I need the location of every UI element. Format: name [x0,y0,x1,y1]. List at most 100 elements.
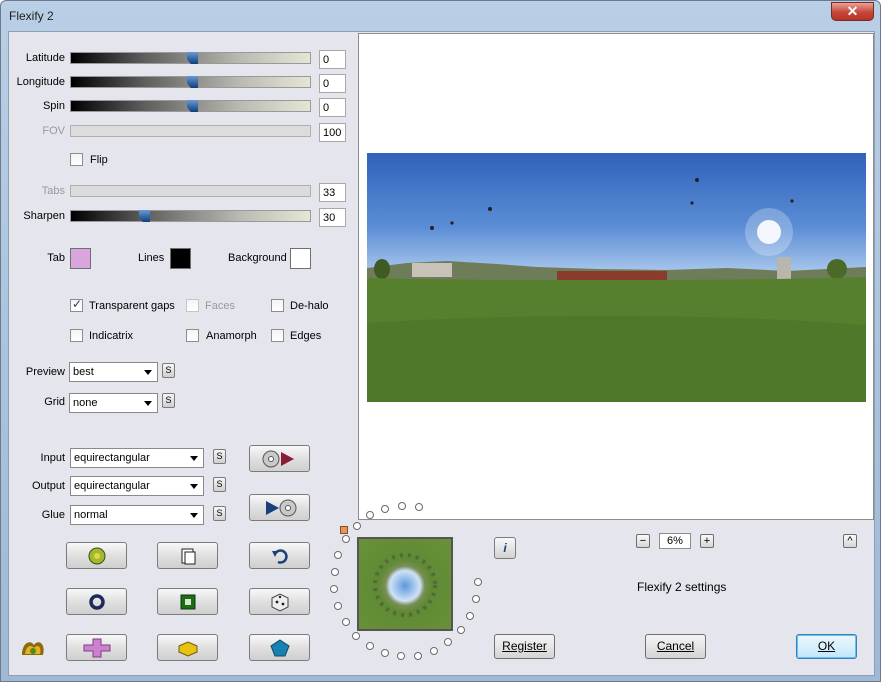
flaming-pear-logo-icon[interactable] [18,635,48,664]
indicatrix-checkbox[interactable] [70,329,83,342]
preset-dot[interactable] [444,638,452,646]
preset-dot[interactable] [366,511,374,519]
preview-select[interactable]: best [69,362,158,382]
collapse-button[interactable]: ^ [843,534,857,548]
cross-shape-icon [83,638,110,657]
load-preset-button[interactable] [249,445,310,472]
dialog-client: Latitude 0 Longitude 0 Spin 0 FOV 100 Tabs 33 Shar… [8,31,875,676]
title-bar: Flexify 2 ✕ [1,1,880,31]
slider-track[interactable] [70,125,311,137]
ok-button[interactable]: OK [796,634,857,659]
lines-color-swatch[interactable] [170,248,191,269]
slider-track[interactable] [70,52,311,64]
cross-button[interactable] [66,634,127,661]
anamorph-checkbox[interactable] [186,329,199,342]
preset-dot[interactable] [414,652,422,660]
status-text: Flexify 2 settings [637,580,727,594]
background-color-label: Background [228,252,287,264]
preview-s-button[interactable]: S [162,363,175,378]
gear-palette-icon [88,547,105,564]
undo-button[interactable] [249,542,310,569]
preset-dot[interactable] [397,652,405,660]
preset-dot[interactable] [474,578,482,586]
glue-s-button[interactable]: S [213,506,226,521]
background-color-swatch[interactable] [290,248,311,269]
preset-dot[interactable] [334,602,342,610]
panorama-preview-image [367,153,866,402]
slider-value-input[interactable]: 0 [319,74,346,93]
preset-dot[interactable] [472,595,480,603]
copy-button[interactable] [157,542,218,569]
preset-dot[interactable] [457,626,465,634]
slider-track[interactable] [70,210,311,222]
tab-color-swatch[interactable] [70,248,91,269]
transparent-gaps-checkbox[interactable] [70,297,83,312]
dehalo-checkbox[interactable] [271,299,284,312]
play-disc-icon [265,499,296,516]
flip-label: Flip [90,154,108,166]
flip-checkbox[interactable] [70,153,83,166]
preset-dot[interactable] [381,649,389,657]
slider-thumb[interactable] [187,76,198,88]
slider-thumb[interactable] [139,210,150,222]
save-preset-button[interactable] [249,494,310,521]
slider-value-input[interactable]: 0 [319,98,346,117]
preset-dot[interactable] [334,551,342,559]
slider-value-input[interactable]: 0 [319,50,346,69]
info-button[interactable]: i [494,537,516,559]
frame-button[interactable] [157,588,218,615]
little-planet-image [373,553,437,617]
slider-track[interactable] [70,185,311,197]
preset-dot[interactable] [366,642,374,650]
slider-thumb[interactable] [187,52,198,64]
slider-value-input[interactable]: 30 [319,208,346,227]
slider-value-input[interactable]: 33 [319,183,346,202]
grid-select[interactable]: none [69,393,158,413]
input-s-button[interactable]: S [213,449,226,464]
preset-dot[interactable] [342,618,350,626]
ring-icon [88,593,105,610]
cancel-button[interactable]: Cancel [645,634,706,659]
preset-dot[interactable] [430,647,438,655]
preset-dot[interactable] [415,503,423,511]
random-button[interactable] [249,588,310,615]
randomize-colors-button[interactable] [66,542,127,569]
preset-dot[interactable] [381,505,389,513]
preset-dot[interactable] [342,535,350,543]
ring-start-marker[interactable] [340,526,348,534]
zoom-in-button[interactable]: + [700,534,714,548]
edges-checkbox[interactable] [271,329,284,342]
window-title: Flexify 2 [9,9,54,23]
brick-button[interactable] [157,634,218,661]
faces-checkbox[interactable] [186,299,199,312]
output-select[interactable]: equirectangular [70,476,204,496]
input-select[interactable]: equirectangular [70,448,204,468]
zoom-level: 6% [659,533,691,549]
output-s-button[interactable]: S [213,477,226,492]
slider-track[interactable] [70,76,311,88]
lines-color-label: Lines [138,252,165,264]
slider-thumb[interactable] [187,100,198,112]
dice-icon [271,592,288,612]
anamorph-label: Anamorph [206,330,257,342]
preset-dot[interactable] [466,612,474,620]
preset-dot[interactable] [352,632,360,640]
preset-dot[interactable] [331,568,339,576]
grid-s-button[interactable]: S [162,393,175,408]
close-button[interactable]: ✕ [831,2,874,21]
preset-dot[interactable] [353,522,361,530]
ok-label: OK [817,639,836,653]
copy-icon [181,548,195,564]
slider-track[interactable] [70,100,311,112]
zoom-out-button[interactable]: − [636,534,650,548]
ring-button[interactable] [66,588,127,615]
preset-dot[interactable] [398,502,406,510]
glue-select[interactable]: normal [70,505,204,525]
thumbnail-preview[interactable] [357,537,453,631]
pentagon-icon [269,638,290,656]
preview-panel[interactable] [358,33,874,520]
register-button[interactable]: Register [494,634,555,659]
preset-dot[interactable] [330,585,338,593]
slider-value-input[interactable]: 100 [319,123,346,142]
pentagon-button[interactable] [249,634,310,661]
